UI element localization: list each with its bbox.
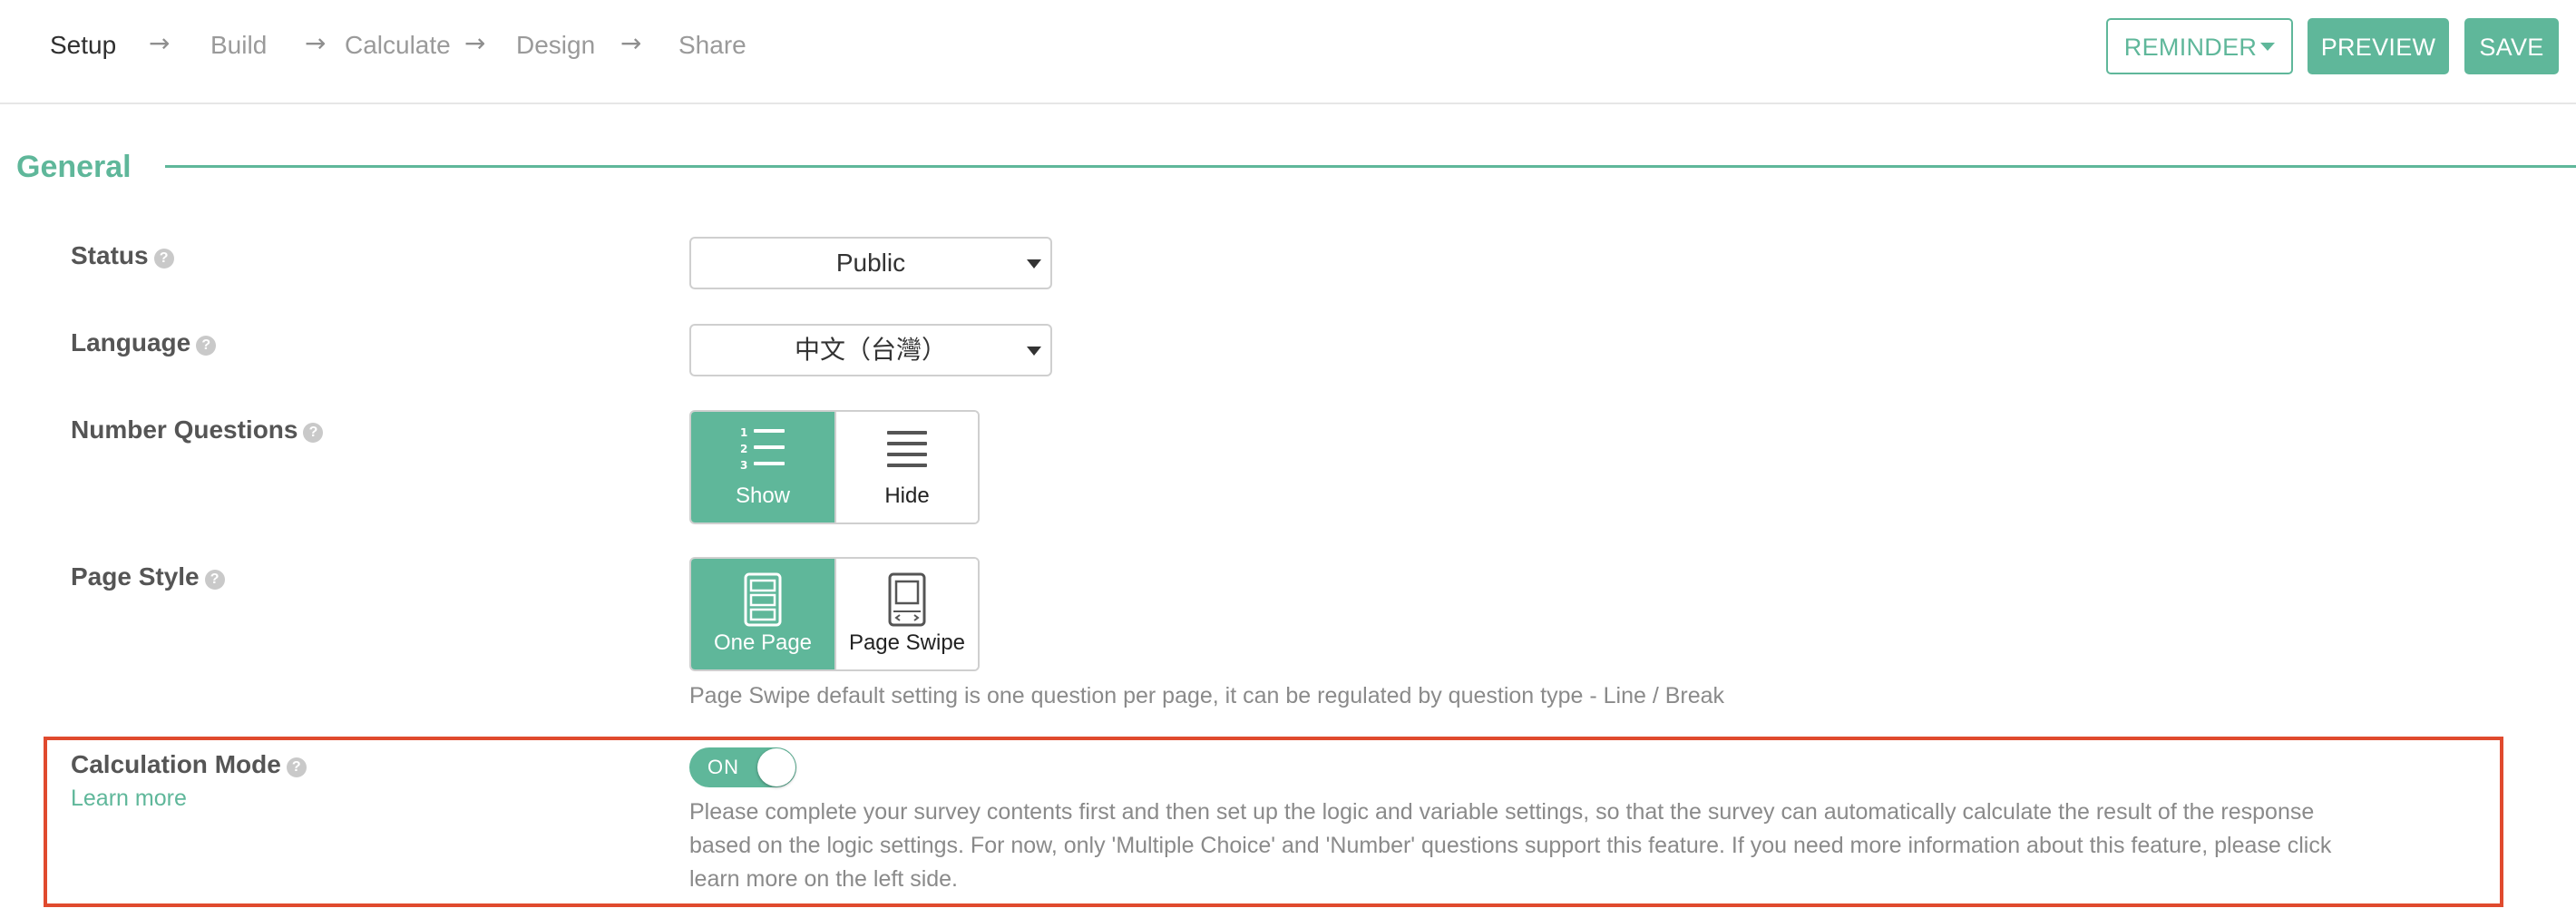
page-style-page-swipe-option[interactable]: Page Swipe	[834, 559, 978, 669]
show-option-label: Show	[735, 483, 791, 508]
one-page-option-label: One Page	[713, 630, 813, 655]
calculation-mode-hint: Please complete your survey contents fir…	[689, 796, 2331, 896]
status-select-value: Public	[835, 249, 906, 277]
save-button[interactable]: SAVE	[2464, 18, 2559, 74]
language-select[interactable]: 中文（台灣）	[689, 324, 1052, 376]
language-label-text: Language	[71, 328, 191, 356]
step-arrow-icon: →	[149, 28, 171, 58]
help-icon[interactable]: ?	[196, 336, 217, 356]
number-questions-label-text: Number Questions	[71, 415, 298, 444]
switch-on-text: ON	[707, 756, 739, 778]
language-label: Language?	[71, 327, 217, 358]
calculation-mode-hint-line: Please complete your survey contents fir…	[689, 799, 2315, 825]
numbered-list-icon: 1 2 3	[740, 426, 785, 472]
status-label-text: Status	[71, 241, 149, 269]
page-style-hint: Page Swipe default setting is one questi…	[689, 683, 1725, 708]
calculation-mode-label-text: Calculation Mode	[71, 750, 281, 778]
status-select[interactable]: Public	[689, 237, 1052, 289]
one-page-icon	[744, 572, 782, 627]
calculation-mode-label: Calculation Mode?	[71, 749, 307, 780]
svg-text:2: 2	[740, 443, 747, 455]
step-setup[interactable]: Setup	[50, 30, 116, 61]
section-divider	[165, 165, 2576, 168]
help-icon[interactable]: ?	[153, 249, 174, 269]
svg-text:3: 3	[740, 459, 747, 472]
help-icon[interactable]: ?	[204, 570, 225, 590]
number-questions-hide-option[interactable]: Hide	[834, 412, 978, 522]
caret-down-icon	[1027, 347, 1041, 356]
help-icon[interactable]: ?	[303, 423, 324, 443]
step-arrow-icon: →	[620, 28, 642, 58]
caret-down-icon	[1027, 259, 1041, 269]
hide-option-label: Hide	[884, 483, 930, 508]
step-calculate[interactable]: Calculate	[345, 30, 451, 61]
language-select-value: 中文（台灣）	[794, 336, 947, 364]
step-arrow-icon: →	[305, 28, 327, 58]
step-design[interactable]: Design	[516, 30, 595, 61]
page-swipe-option-label: Page Swipe	[848, 630, 966, 655]
reminder-button-label: REMINDER	[2123, 34, 2258, 61]
page-swipe-icon	[888, 572, 926, 627]
calculation-mode-switch[interactable]: ON	[689, 747, 796, 787]
step-arrow-icon: →	[464, 28, 486, 58]
list-icon	[886, 431, 927, 467]
reminder-button[interactable]: REMINDER	[2106, 18, 2293, 74]
learn-more-link[interactable]: Learn more	[71, 784, 187, 813]
calculation-mode-hint-line: based on the logic settings. For now, on…	[689, 833, 2332, 858]
number-questions-label: Number Questions?	[71, 415, 324, 445]
caret-down-icon	[2260, 43, 2276, 52]
section-title: General	[16, 150, 132, 184]
page-style-label-text: Page Style	[71, 562, 200, 591]
status-label: Status?	[71, 240, 174, 271]
step-share[interactable]: Share	[678, 30, 746, 61]
number-questions-show-option[interactable]: 1 2 3 Show	[691, 412, 834, 522]
number-questions-toggle: 1 2 3 Show Hide	[689, 410, 980, 524]
step-build[interactable]: Build	[210, 30, 267, 61]
page-style-one-page-option[interactable]: One Page	[691, 559, 834, 669]
page-style-label: Page Style?	[71, 562, 225, 592]
help-icon[interactable]: ?	[286, 757, 307, 777]
preview-button[interactable]: PREVIEW	[2308, 18, 2449, 74]
top-bar: Setup → Build → Calculate → Design → Sha…	[0, 0, 2576, 104]
svg-text:1: 1	[740, 426, 747, 439]
calculation-mode-hint-line: learn more on the left side.	[689, 866, 958, 892]
page-style-toggle: One Page Page Swipe	[689, 557, 980, 671]
switch-knob	[757, 748, 795, 786]
